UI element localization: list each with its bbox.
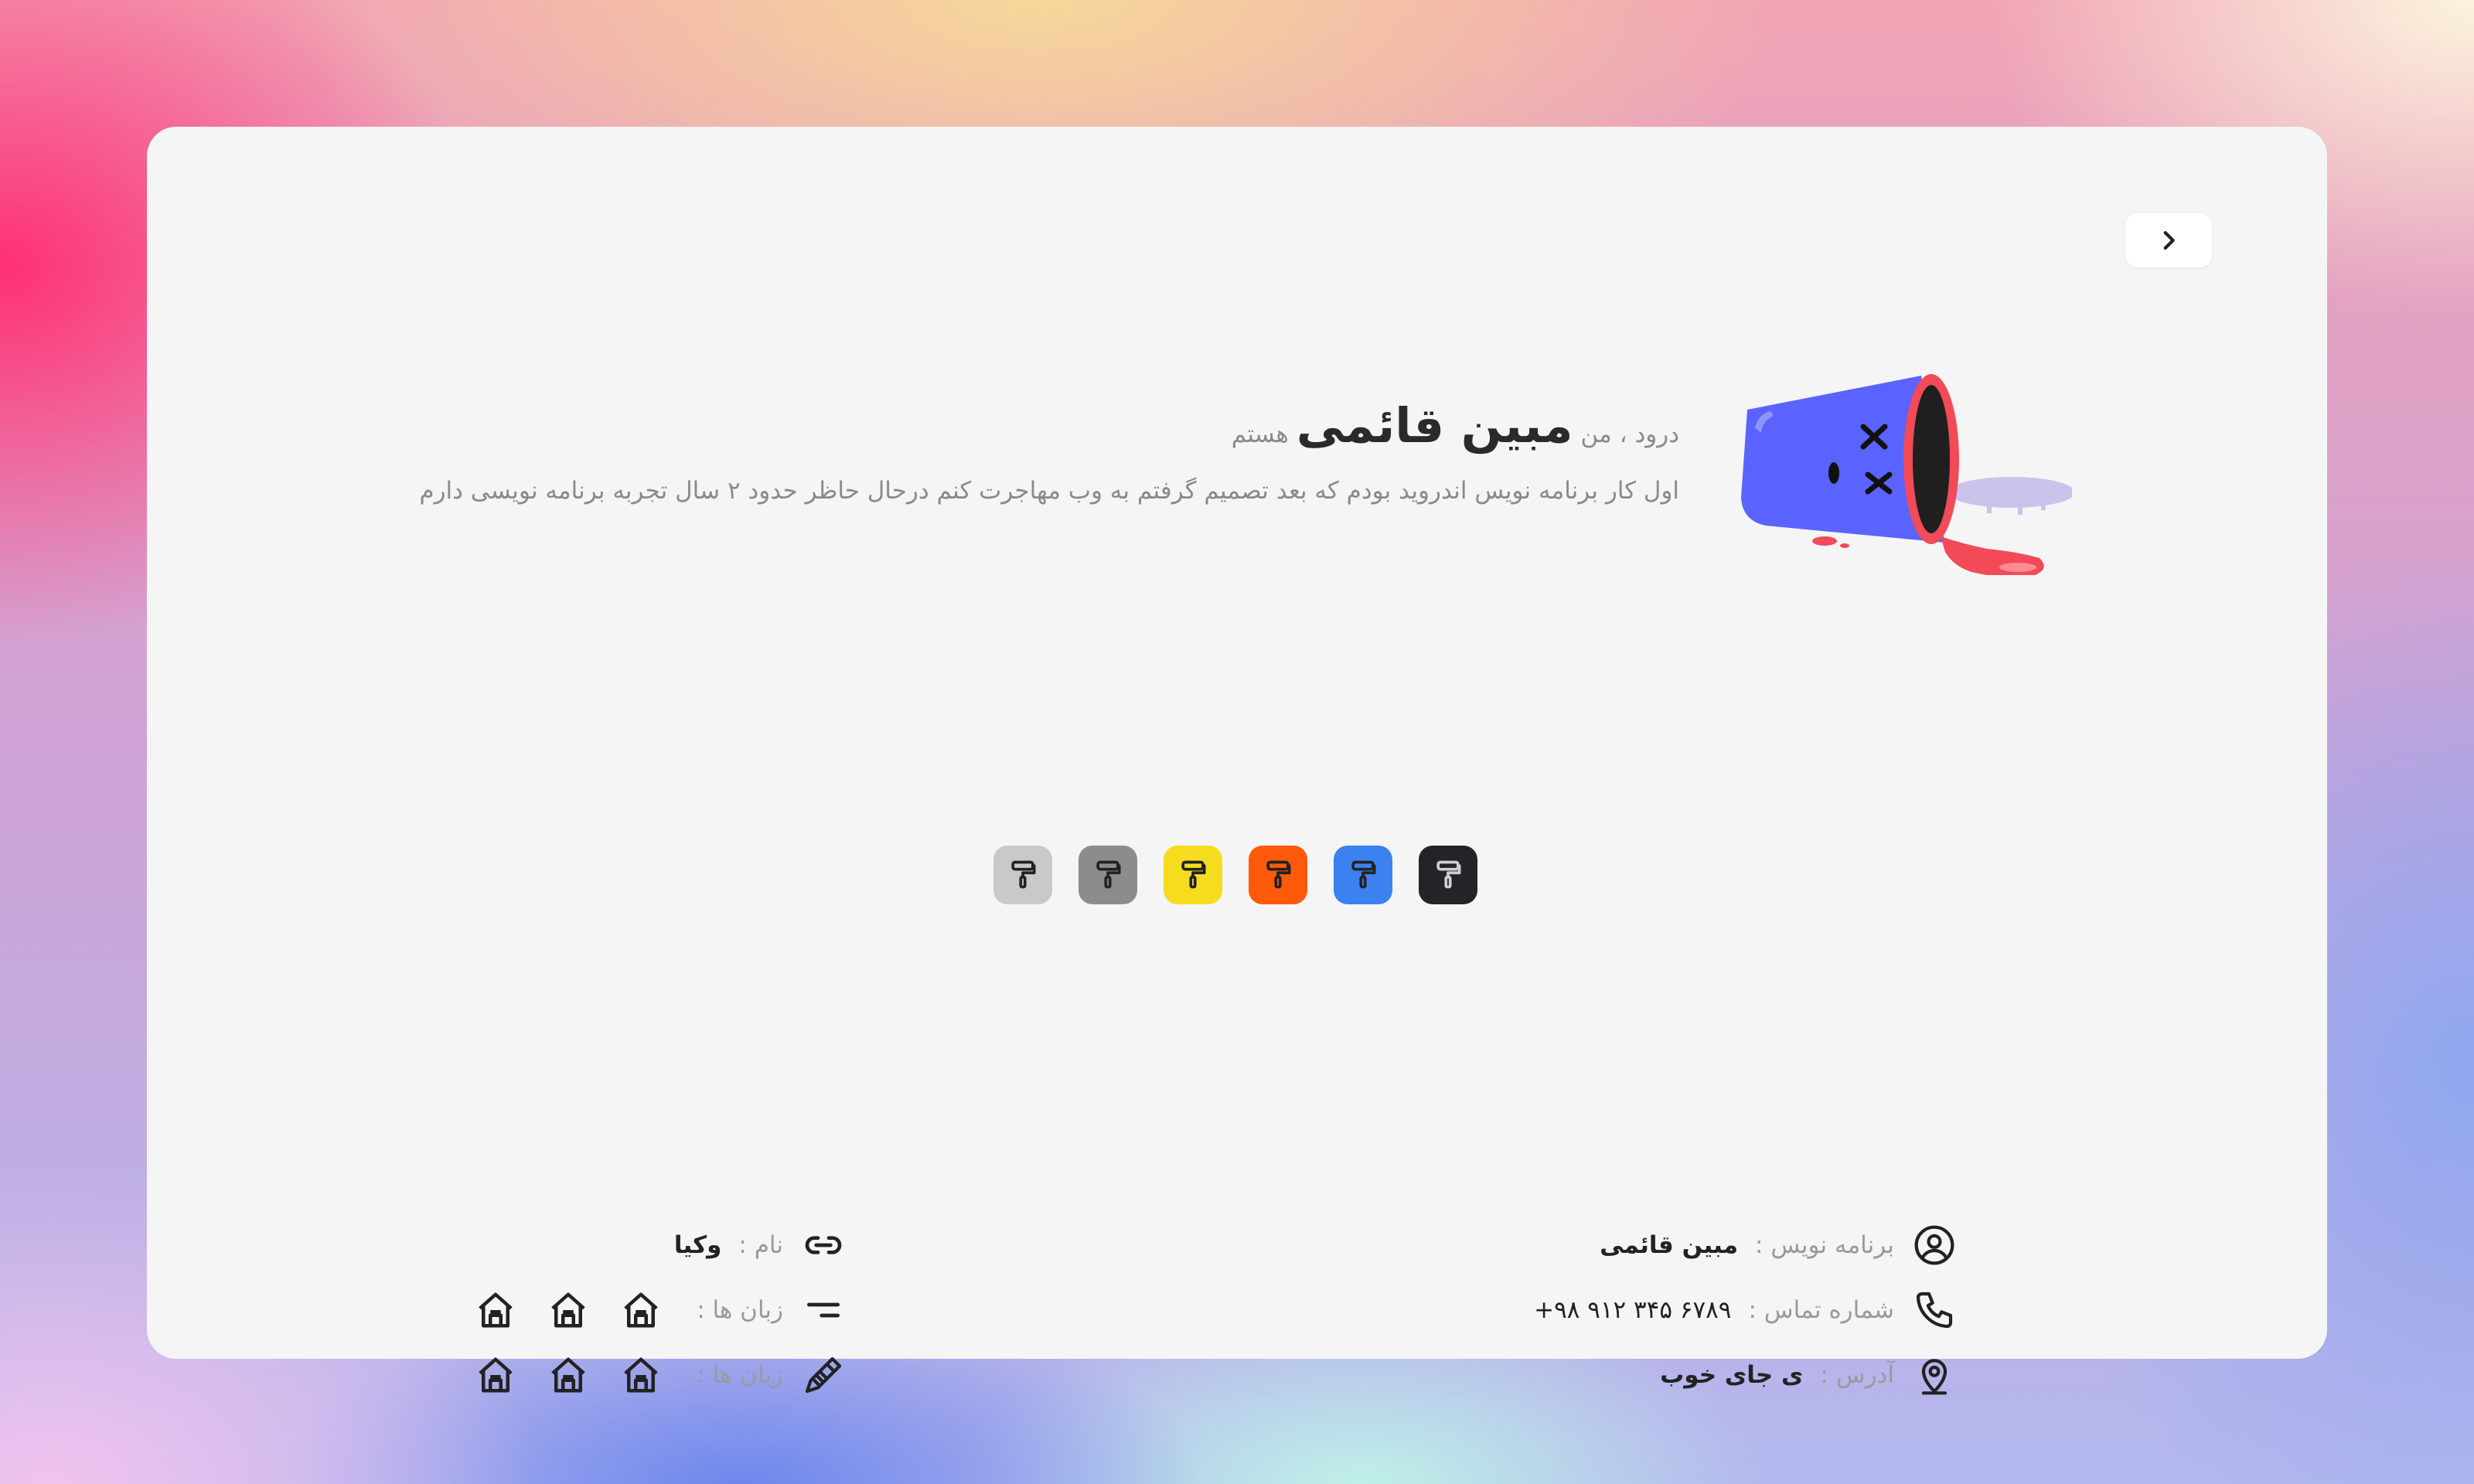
home-icon: [547, 1288, 590, 1332]
swatch-gray[interactable]: [1079, 846, 1137, 904]
user-circle-icon: [1911, 1222, 1958, 1268]
swatch-blue[interactable]: [1334, 846, 1392, 904]
info-label: زبان ها :: [697, 1361, 783, 1389]
info-label: زبان ها :: [697, 1296, 783, 1324]
info-value: مبین قائمی: [1600, 1231, 1739, 1259]
intro-subtitle: اول کار برنامه نویس اندروید بودم که بعد …: [419, 477, 1679, 505]
spilled-paint-bucket-illustration: [1741, 374, 2072, 575]
next-button[interactable]: [2125, 213, 2212, 267]
theme-swatches: [993, 846, 1477, 904]
location-pin-icon: [1911, 1352, 1958, 1398]
project-info: نام : وکیا زبان ها : زبان ها :: [474, 1213, 847, 1407]
greeting-suffix: هستم: [1231, 420, 1289, 448]
info-value: ی جای خوب: [1660, 1361, 1804, 1389]
info-label: نام :: [738, 1231, 783, 1259]
info-row-address: آدرس : ی جای خوب: [1534, 1343, 1958, 1407]
paint-roller-icon: [1266, 860, 1291, 889]
swatch-yellow[interactable]: [1164, 846, 1222, 904]
info-row-phone: شماره تماس : +۹۸ ۹۱۲ ۳۴۵ ۶۷۸۹: [1534, 1278, 1958, 1343]
info-row-tools: زبان ها :: [474, 1343, 847, 1407]
paint-roller-icon: [1011, 860, 1036, 889]
screw-icon: [800, 1352, 847, 1398]
tool-icons: [474, 1353, 663, 1397]
contact-info: برنامه نویس : مبین قائمی شماره تماس : +۹…: [1534, 1213, 1958, 1407]
swatch-dark[interactable]: [1419, 846, 1477, 904]
chevron-right-icon: [2163, 230, 2175, 250]
home-icon: [547, 1353, 590, 1397]
intro-section: درود ، من مبین قائمی هستم اول کار برنامه…: [365, 397, 1679, 505]
paint-roller-icon: [1096, 860, 1121, 889]
home-icon: [474, 1288, 517, 1332]
swatch-light-gray[interactable]: [993, 846, 1052, 904]
profile-name: مبین قائمی: [1296, 397, 1573, 454]
swatch-orange[interactable]: [1249, 846, 1307, 904]
info-row-developer: برنامه نویس : مبین قائمی: [1534, 1213, 1958, 1278]
greeting-text: درود ، من: [1580, 420, 1679, 448]
info-row-languages: زبان ها :: [474, 1278, 847, 1343]
phone-icon: [1911, 1287, 1958, 1333]
info-label: برنامه نویس :: [1755, 1231, 1894, 1259]
info-row-name: نام : وکیا: [474, 1213, 847, 1278]
home-icon: [619, 1288, 663, 1332]
home-icon: [619, 1353, 663, 1397]
info-value: وکیا: [673, 1231, 722, 1259]
profile-card: درود ، من مبین قائمی هستم اول کار برنامه…: [147, 127, 2327, 1395]
info-label: آدرس :: [1820, 1361, 1894, 1389]
paint-roller-icon: [1351, 860, 1376, 889]
language-icons: [474, 1288, 663, 1332]
home-icon: [474, 1353, 517, 1397]
info-label: شماره تماس :: [1748, 1296, 1894, 1324]
paint-roller-icon: [1181, 860, 1206, 889]
link-icon: [800, 1222, 847, 1268]
info-value: +۹۸ ۹۱۲ ۳۴۵ ۶۷۸۹: [1534, 1296, 1732, 1324]
paint-roller-icon: [1436, 860, 1461, 889]
lines-icon: [800, 1287, 847, 1333]
